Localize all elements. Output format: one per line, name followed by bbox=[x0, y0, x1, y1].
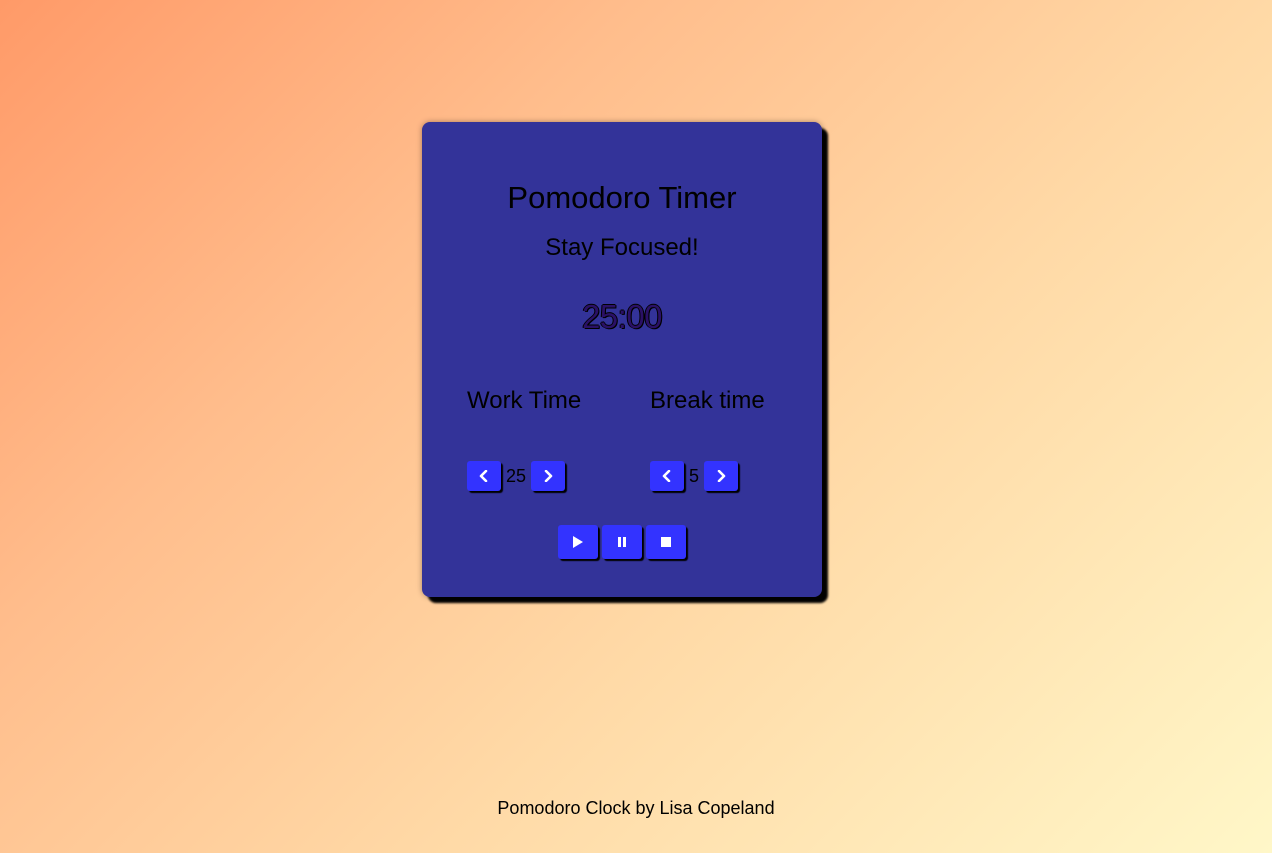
work-decrement-button[interactable] bbox=[467, 460, 501, 491]
chevron-right-icon bbox=[717, 469, 726, 482]
play-icon bbox=[573, 536, 583, 548]
work-increment-button[interactable] bbox=[531, 460, 566, 491]
break-increment-button[interactable] bbox=[704, 460, 739, 491]
chevron-right-icon bbox=[544, 469, 553, 482]
break-decrement-button[interactable] bbox=[650, 460, 684, 491]
chevron-left-icon bbox=[662, 469, 671, 482]
play-button[interactable] bbox=[558, 525, 598, 559]
stop-button[interactable] bbox=[646, 525, 686, 559]
pause-icon bbox=[618, 537, 626, 547]
page-title: Pomodoro Timer bbox=[507, 180, 737, 215]
subtitle: Stay Focused! bbox=[545, 234, 699, 261]
work-time-stepper: 25 bbox=[467, 460, 566, 491]
break-time-value: 5 bbox=[689, 465, 700, 486]
chevron-left-icon bbox=[479, 469, 488, 482]
pomodoro-card: Pomodoro Timer Stay Focused! 25:00 Work … bbox=[422, 122, 822, 597]
stop-icon bbox=[661, 537, 671, 547]
work-time-value: 25 bbox=[506, 465, 527, 486]
break-time-label: Break time bbox=[650, 387, 765, 414]
timer-display: 25:00 bbox=[581, 298, 663, 335]
footer-credit: Pomodoro Clock by Lisa Copeland bbox=[497, 798, 775, 818]
break-time-stepper: 5 bbox=[650, 460, 739, 491]
pause-button[interactable] bbox=[602, 525, 642, 559]
timer-controls bbox=[422, 525, 822, 559]
work-time-label: Work Time bbox=[467, 387, 582, 414]
